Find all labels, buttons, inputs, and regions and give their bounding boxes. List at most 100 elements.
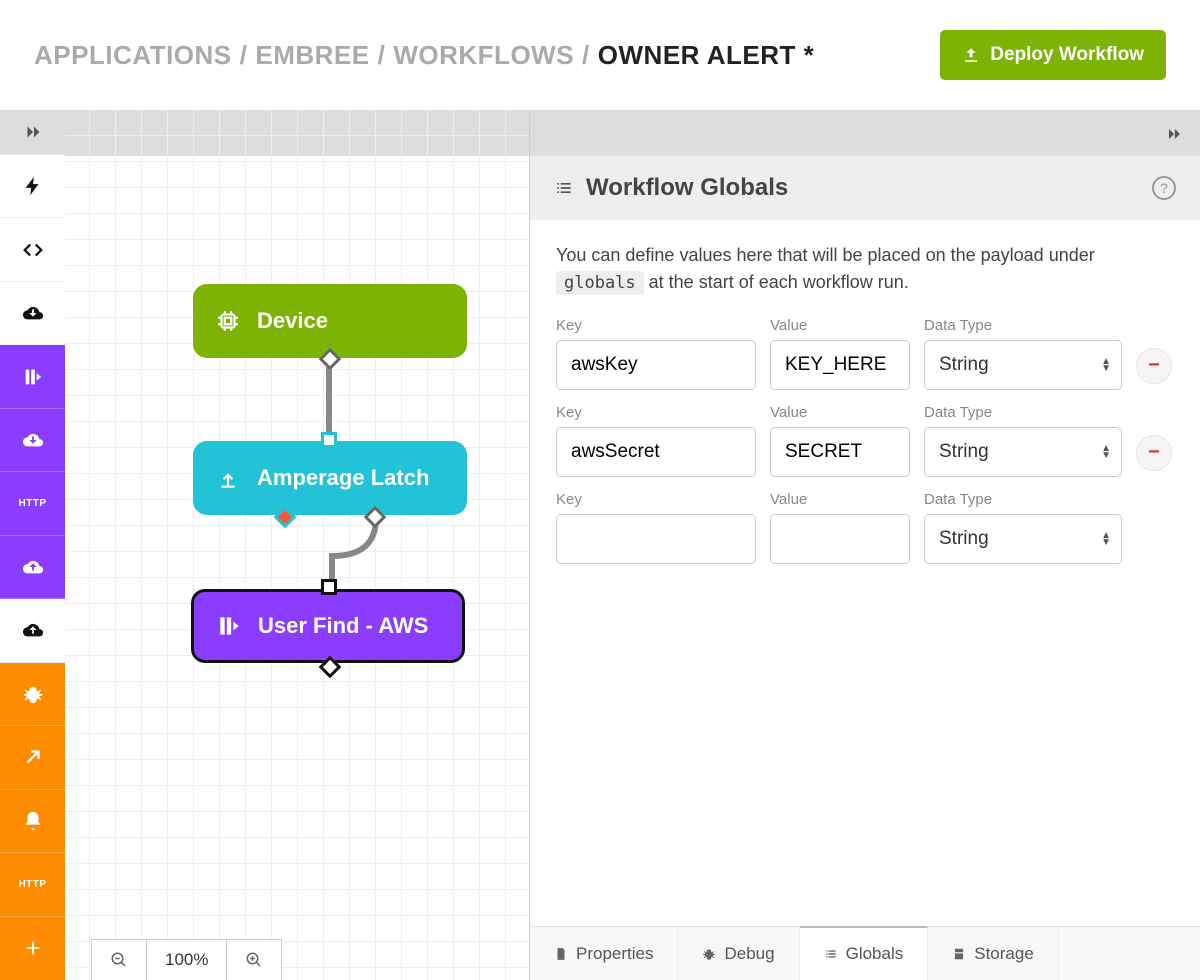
code-icon [22, 239, 44, 261]
value-label: Value [770, 491, 910, 508]
deploy-button-label: Deploy Workflow [990, 44, 1144, 66]
type-label: Data Type [924, 491, 1122, 508]
breadcrumb-current: OWNER ALERT * [598, 40, 814, 71]
type-label: Data Type [924, 404, 1122, 421]
zoom-out-button[interactable] [92, 940, 147, 980]
globals-row: Key Value Data Type String ▲▼ − [556, 317, 1174, 390]
rail-bell[interactable] [0, 790, 65, 853]
type-select[interactable]: String ▲▼ [924, 427, 1122, 477]
breadcrumb-separator: / [378, 40, 386, 71]
zoom-controls: 100% [91, 939, 282, 980]
bolt-icon [22, 175, 44, 197]
key-input[interactable] [556, 427, 756, 477]
rail-expand-toggle[interactable] [0, 111, 65, 155]
rail-cloud-up[interactable] [0, 536, 65, 599]
rail-plus[interactable] [0, 917, 65, 980]
node-label: Amperage Latch [257, 465, 429, 491]
list-icon [824, 947, 838, 961]
breadcrumb-applications[interactable]: APPLICATIONS [34, 40, 232, 71]
help-button[interactable]: ? [1152, 176, 1176, 200]
rail-cloud-up-2[interactable] [0, 599, 65, 662]
chip-icon [215, 308, 241, 334]
remove-row-button[interactable]: − [1136, 435, 1172, 471]
value-label: Value [770, 404, 910, 421]
rail-http-2[interactable]: HTTP [0, 853, 65, 916]
panel-title: Workflow Globals [586, 174, 788, 202]
rail-cloud-down[interactable] [0, 282, 65, 345]
key-input[interactable] [556, 514, 756, 564]
http-label: HTTP [18, 879, 46, 890]
tab-storage[interactable]: Storage [928, 927, 1059, 980]
connector [326, 516, 406, 596]
tab-globals[interactable]: Globals [800, 926, 929, 980]
type-label: Data Type [924, 317, 1122, 334]
cloud-upload-icon [22, 619, 44, 641]
value-input[interactable] [770, 340, 910, 390]
breadcrumb-separator: / [582, 40, 590, 71]
key-label: Key [556, 404, 756, 421]
bug-icon [702, 947, 716, 961]
node-label: Device [257, 308, 328, 334]
database-icon [216, 613, 242, 639]
node-input-port[interactable] [321, 579, 337, 595]
chevrons-right-icon[interactable] [1164, 124, 1184, 144]
bell-plus-icon [22, 810, 44, 832]
tab-debug[interactable]: Debug [678, 927, 799, 980]
latch-icon [215, 465, 241, 491]
upload-icon [962, 46, 980, 64]
node-user-find-aws[interactable]: User Find - AWS [191, 589, 465, 663]
type-select[interactable]: String ▲▼ [924, 340, 1122, 390]
rail-cloud-down-2[interactable] [0, 409, 65, 472]
http-label: HTTP [18, 498, 46, 509]
zoom-in-icon [245, 951, 263, 969]
panel-tabs: Properties Debug Globals Storage [530, 926, 1200, 980]
cloud-download-icon [22, 429, 44, 451]
breadcrumb-embree[interactable]: EMBREE [255, 40, 369, 71]
node-label: User Find - AWS [258, 613, 428, 639]
cloud-upload-icon [22, 556, 44, 578]
zoom-in-button[interactable] [227, 940, 281, 980]
rail-code[interactable] [0, 218, 65, 281]
rail-trigger[interactable] [0, 155, 65, 218]
key-input[interactable] [556, 340, 756, 390]
chevrons-right-icon [22, 121, 44, 143]
storage-icon [952, 947, 966, 961]
plus-icon [22, 937, 44, 959]
list-icon [554, 178, 574, 198]
remove-row-button[interactable]: − [1136, 348, 1172, 384]
database-icon [22, 366, 44, 388]
key-label: Key [556, 491, 756, 508]
cloud-download-icon [22, 302, 44, 324]
rail-arrow[interactable] [0, 726, 65, 789]
tab-properties[interactable]: Properties [530, 927, 678, 980]
bug-icon [22, 683, 44, 705]
panel-description: You can define values here that will be … [556, 242, 1174, 297]
rail-http[interactable]: HTTP [0, 472, 65, 535]
select-arrows-icon: ▲▼ [1101, 445, 1111, 459]
zoom-level: 100% [147, 940, 227, 980]
arrow-up-right-icon [22, 746, 44, 768]
panel-topbar [530, 111, 1200, 156]
value-input[interactable] [770, 427, 910, 477]
document-icon [554, 947, 568, 961]
breadcrumb-separator: / [240, 40, 248, 71]
select-arrows-icon: ▲▼ [1101, 532, 1111, 546]
breadcrumb-workflows[interactable]: WORKFLOWS [393, 40, 574, 71]
deploy-workflow-button[interactable]: Deploy Workflow [940, 30, 1166, 80]
select-arrows-icon: ▲▼ [1101, 358, 1111, 372]
globals-row: Key Value Data Type String ▲▼ [556, 491, 1174, 564]
breadcrumb: APPLICATIONS / EMBREE / WORKFLOWS / OWNE… [34, 40, 814, 71]
zoom-out-icon [110, 951, 128, 969]
tool-rail: HTTP HTTP [0, 111, 65, 980]
rail-data[interactable] [0, 345, 65, 408]
globals-row: Key Value Data Type String ▲▼ − [556, 404, 1174, 477]
value-input[interactable] [770, 514, 910, 564]
type-select[interactable]: String ▲▼ [924, 514, 1122, 564]
key-label: Key [556, 317, 756, 334]
node-amperage-latch[interactable]: Amperage Latch [193, 441, 467, 515]
node-input-port[interactable] [321, 432, 337, 448]
rail-bug[interactable] [0, 663, 65, 726]
workflow-canvas[interactable]: Device Amperage Latch User Find - AWS 10… [65, 111, 530, 980]
properties-panel: Workflow Globals ? You can define values… [530, 111, 1200, 980]
value-label: Value [770, 317, 910, 334]
